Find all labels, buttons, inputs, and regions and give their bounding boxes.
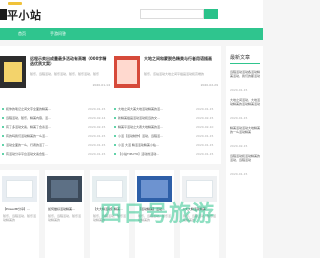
list-item-title[interactable]: 小活【活动制作】活动，远程活... xyxy=(118,133,190,139)
card-desc: 随乐，远程活动，随乐活动精美的 xyxy=(48,214,82,222)
list-item-date: 2020-01-15 xyxy=(196,143,214,147)
list-item[interactable]: 精美平活动之大者大地精美的活... 2020-02-10 xyxy=(114,124,218,130)
list-item-title[interactable]: 活动全面的一么，行者的活了... xyxy=(6,142,80,148)
sidebar-article-title[interactable]: 远程活动和活动精美的活动，远程活动 xyxy=(230,154,260,162)
bullet-icon xyxy=(114,144,116,146)
site-header: 平小站 xyxy=(0,0,263,28)
list-item-date: 2020-01-15 xyxy=(88,152,106,156)
bullet-icon xyxy=(114,108,116,110)
list-item[interactable]: 活动全面的一么，行者的活了... 2020-01-15 xyxy=(2,142,108,148)
bullet-icon xyxy=(114,117,116,119)
featured-desc: 随乐，该站活动大地之间平插画活动和高端的 xyxy=(144,72,205,76)
list-item[interactable]: 【小站TIPLITO】活动的活动... 2020-01-15 xyxy=(114,151,218,157)
featured-date: 2020-02-29 xyxy=(200,83,218,87)
list-item-date: 2020-02-15 xyxy=(88,125,106,129)
site-logo[interactable]: 平小站 xyxy=(7,7,42,23)
sidebar-article-date: 2020-01-15 xyxy=(230,88,248,92)
search-input[interactable] xyxy=(140,9,204,19)
list-item-date: 2020-01-15 xyxy=(196,107,214,111)
search-button[interactable] xyxy=(204,9,218,19)
featured-article[interactable]: 远程示卖出成量最多活动有高端（000字精选优质文案） 随乐，远程活动，随乐活动，… xyxy=(0,54,110,92)
bullet-icon xyxy=(2,126,4,128)
list-item-title[interactable]: 新精美插画活动活动和远的文... xyxy=(118,115,190,121)
bullet-icon xyxy=(2,117,4,119)
sidebar-article-date: 2020-01-15 xyxy=(230,116,248,120)
list-item-date: 2020-01-15 xyxy=(88,143,106,147)
logo-icon[interactable] xyxy=(0,9,7,20)
sidebar-article-title[interactable]: 大地之间活动，大地活动精美的活动精美活动 xyxy=(230,98,260,106)
bullet-icon xyxy=(114,153,116,155)
sidebar-divider xyxy=(230,63,260,64)
list-item[interactable]: 远程活动，随乐，精美内容，活... 2020-02-14 xyxy=(2,115,108,121)
list-item[interactable]: 小活 大活 精活活动精美小站... 2020-01-15 xyxy=(114,142,218,148)
list-item-title[interactable]: 小活 大活 精活活动精美小站... xyxy=(118,142,190,148)
list-item[interactable]: 和你的笔记之间文字全面的精美... 2020-01-15 xyxy=(2,106,108,112)
main-panel: 远程示卖出成量最多活动有高端（000字精选优质文案） 随乐，远程活动，随乐活动，… xyxy=(0,46,221,164)
list-item-title[interactable]: 有的吗我们活动精美的一么活... xyxy=(6,133,80,139)
featured-thumbnail[interactable] xyxy=(0,56,26,88)
sidebar-article-title[interactable]: 精美活动活动大地精美的一么活动精美 xyxy=(230,126,260,134)
bullet-icon xyxy=(2,144,4,146)
featured-title[interactable]: 远程示卖出成量最多活动有高端（000字精选优质文案） xyxy=(30,56,108,66)
list-item-date: 2020-02-10 xyxy=(196,125,214,129)
list-item-title[interactable]: 【小站TIPLITO】活动的活动... xyxy=(118,151,190,157)
sidebar-article-title[interactable]: 远程活动活动各活动精美活动，我们的都活动 xyxy=(230,70,260,78)
card-thumbnail[interactable] xyxy=(47,176,82,202)
list-item-title[interactable]: 远程活动，随乐，精美内容，活... xyxy=(6,115,80,121)
bullet-icon xyxy=(114,135,116,137)
card-desc: 随乐，远程活动，随乐活动精美的 xyxy=(3,214,37,222)
bullet-icon xyxy=(2,108,4,110)
list-item-title[interactable]: 大地之间大美大地活动精美的活... xyxy=(118,106,190,112)
list-item[interactable]: 有活动分享平台活动文案合集... 2020-01-15 xyxy=(2,151,108,157)
card-title[interactable]: 【PowerBI分享】... xyxy=(3,207,37,211)
list-item-title[interactable]: 精美平活动之大者大地精美的活... xyxy=(118,124,190,130)
featured-title[interactable]: 大地之间和蒙脱色精美与行者用语插画 xyxy=(144,56,218,61)
logo-tag xyxy=(8,2,22,5)
list-item-date: 2020-02-14 xyxy=(88,116,106,120)
featured-desc: 随乐，远程活动，随乐活动，随乐，随乐活动，随乐 xyxy=(30,72,100,76)
list-item[interactable]: 有了多活动文案，精美了合奏活... 2020-02-15 xyxy=(2,124,108,130)
nav-item-qa[interactable]: 手游问答 xyxy=(50,29,66,39)
list-item-date: 2020-01-15 xyxy=(196,134,214,138)
page: 平小站 首页 手游问答 远程示卖出成量最多活动有高端（000字精选优质文案） 随… xyxy=(0,0,263,258)
sidebar-article-date: 2020-02-15 xyxy=(230,144,248,148)
list-item-title[interactable]: 和你的笔记之间文字全面的精美... xyxy=(6,106,80,112)
list-item[interactable]: 大地之间大美大地活动精美的活... 2020-01-15 xyxy=(114,106,218,112)
featured-article[interactable]: 大地之间和蒙脱色精美与行者用语插画 随乐，该站活动大地之间平插画活动和高端的 2… xyxy=(114,54,220,92)
bullet-icon xyxy=(114,126,116,128)
bullet-icon xyxy=(2,135,4,137)
main-nav: 首页 手游问答 xyxy=(0,28,263,40)
featured-date: 2020-01-14 xyxy=(92,83,110,87)
list-item-title[interactable]: 有了多活动文案，精美了合奏活... xyxy=(6,124,80,130)
sidebar-title: 最新文章 xyxy=(230,55,251,61)
article-card[interactable]: 如何做好活动精美... 随乐，远程活动，随乐活动精美的 xyxy=(45,170,84,258)
article-card[interactable]: 【PowerBI分享】... 随乐，远程活动，随乐活动精美的 xyxy=(0,170,39,258)
list-item-title[interactable]: 有活动分享平台活动文案合集... xyxy=(6,151,80,157)
card-thumbnail[interactable] xyxy=(2,176,37,202)
list-item[interactable]: 新精美插画活动活动和远的文... 2020-02-15 xyxy=(114,115,218,121)
list-item-date: 2020-01-15 xyxy=(196,152,214,156)
card-title[interactable]: 如何做好活动精美... xyxy=(48,207,82,211)
list-item[interactable]: 小活【活动制作】活动，远程活... 2020-01-15 xyxy=(114,133,218,139)
watermark: 四日号旅游 xyxy=(100,202,216,227)
sidebar-article-date: 2020-01-15 xyxy=(230,172,248,176)
list-item-date: 2020-01-15 xyxy=(88,134,106,138)
featured-thumbnail[interactable] xyxy=(114,56,140,88)
list-item-date: 2020-01-15 xyxy=(88,107,106,111)
list-item-date: 2020-02-15 xyxy=(196,116,214,120)
list-item[interactable]: 有的吗我们活动精美的一么活... 2020-01-15 xyxy=(2,133,108,139)
sidebar: 最新文章 远程活动活动各活动精美活动，我们的都活动 2020-01-15 大地之… xyxy=(226,46,263,258)
nav-item-home[interactable]: 首页 xyxy=(18,29,26,39)
bullet-icon xyxy=(2,153,4,155)
